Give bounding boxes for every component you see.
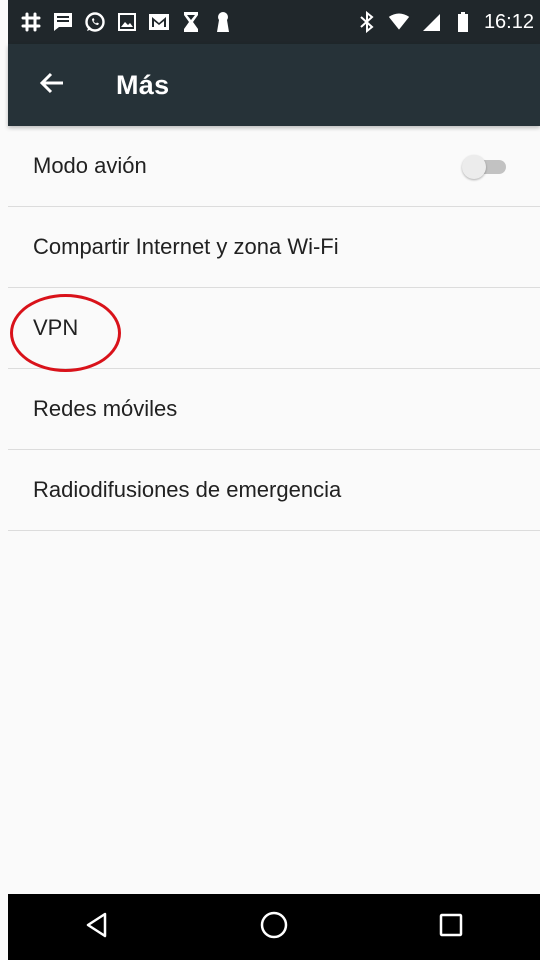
bluetooth-icon	[356, 11, 378, 33]
gmail-icon	[148, 11, 170, 33]
hourglass-icon	[180, 11, 202, 33]
gallery-icon	[116, 11, 138, 33]
settings-list: Modo avión Compartir Internet y zona Wi-…	[8, 126, 540, 531]
message-icon	[52, 11, 74, 33]
battery-icon	[452, 11, 474, 33]
page-title: Más	[116, 69, 170, 100]
settings-item-mobile-networks[interactable]: Redes móviles	[8, 369, 540, 450]
wifi-icon	[388, 11, 410, 33]
settings-item-label: VPN	[33, 315, 79, 340]
settings-item-tethering-hotspot[interactable]: Compartir Internet y zona Wi-Fi	[8, 207, 540, 288]
home-circle-icon	[259, 910, 289, 945]
settings-item-label: Modo avión	[33, 153, 147, 178]
settings-item-label: Radiodifusiones de emergencia	[33, 477, 342, 502]
app-bar: Más	[8, 44, 540, 126]
slack-icon	[20, 11, 42, 33]
system-status-icons: 16:12	[356, 11, 540, 34]
settings-item-label: Compartir Internet y zona Wi-Fi	[33, 234, 339, 259]
navigation-bar	[8, 894, 540, 960]
settings-item-emergency-broadcasts[interactable]: Radiodifusiones de emergencia	[8, 450, 540, 531]
nav-home-button[interactable]	[244, 902, 304, 952]
settings-item-airplane-mode[interactable]: Modo avión	[8, 126, 540, 207]
settings-item-vpn[interactable]: VPN	[8, 288, 540, 369]
back-triangle-icon	[83, 911, 111, 944]
toggle-thumb	[462, 155, 486, 179]
keyhole-icon	[212, 11, 234, 33]
status-time: 16:12	[483, 10, 534, 33]
cellular-signal-icon	[420, 11, 442, 33]
recents-square-icon	[438, 912, 464, 943]
nav-back-button[interactable]	[67, 902, 127, 952]
airplane-mode-toggle[interactable]	[462, 155, 512, 179]
arrow-back-icon	[39, 70, 65, 101]
back-button[interactable]	[28, 61, 76, 109]
notification-icons	[8, 11, 234, 33]
status-bar: 16:12	[8, 0, 540, 44]
settings-item-label: Redes móviles	[33, 396, 178, 421]
whatsapp-icon	[84, 11, 106, 33]
nav-recents-button[interactable]	[421, 902, 481, 952]
